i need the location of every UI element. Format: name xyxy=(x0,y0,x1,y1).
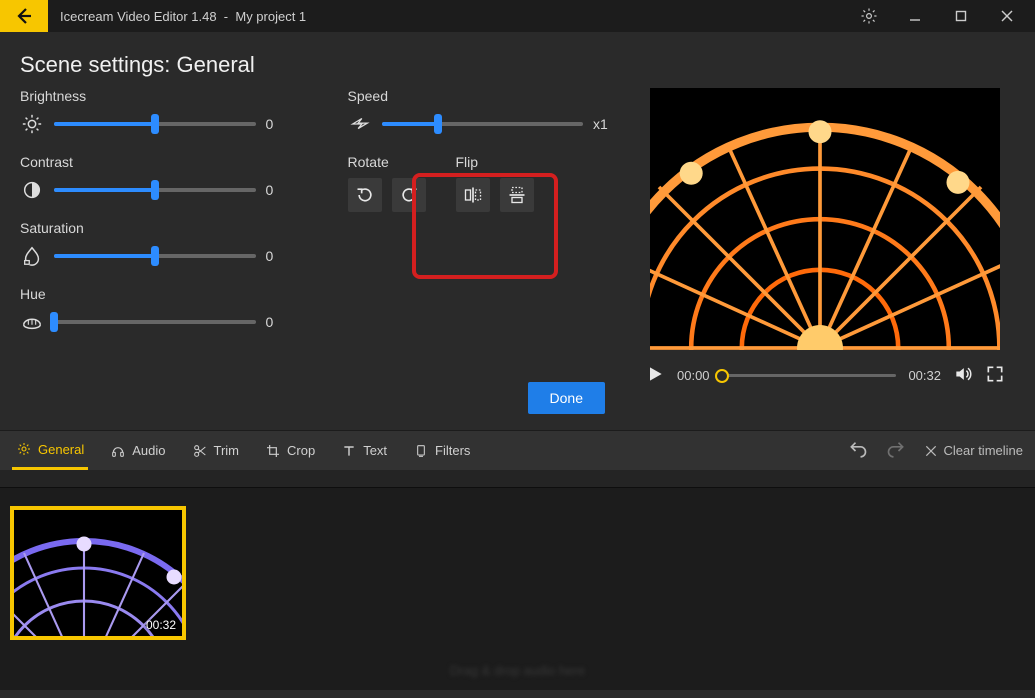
contrast-icon xyxy=(20,178,44,202)
slider-thumb[interactable] xyxy=(50,312,58,332)
seekbar-thumb[interactable] xyxy=(715,369,729,383)
slider-thumb[interactable] xyxy=(151,180,159,200)
close-icon xyxy=(1001,10,1013,22)
contrast-label: Contrast xyxy=(20,154,288,170)
hue-label: Hue xyxy=(20,286,288,302)
speed-group: Speed x1 xyxy=(348,88,616,136)
flip-label: Flip xyxy=(456,154,534,170)
fullscreen-icon xyxy=(985,364,1005,384)
headphones-icon xyxy=(110,443,126,459)
hue-slider[interactable] xyxy=(54,320,256,324)
audio-dropzone-hint: Drag & drop audio here xyxy=(450,663,585,678)
gear-icon xyxy=(16,441,32,457)
rotate-ccw-icon xyxy=(399,185,419,205)
maximize-button[interactable] xyxy=(941,0,981,32)
play-icon xyxy=(645,364,665,384)
flip-group: Flip xyxy=(456,154,534,212)
saturation-slider[interactable] xyxy=(54,254,256,258)
done-button[interactable]: Done xyxy=(528,382,605,414)
saturation-group: Saturation 0 xyxy=(20,220,288,268)
back-button[interactable] xyxy=(0,0,48,32)
undo-icon xyxy=(848,441,868,461)
flip-horizontal-button[interactable] xyxy=(456,178,490,212)
slider-thumb[interactable] xyxy=(151,246,159,266)
volume-button[interactable] xyxy=(953,364,973,387)
flip-vertical-icon xyxy=(507,185,527,205)
fullscreen-button[interactable] xyxy=(985,364,1005,387)
rotate-cw-button[interactable] xyxy=(348,178,382,212)
clip-duration: 00:32 xyxy=(146,618,176,632)
timeline-tabs: General Audio Trim Crop Text Filters Cle… xyxy=(0,430,1035,470)
brightness-slider[interactable] xyxy=(54,122,256,126)
tab-crop[interactable]: Crop xyxy=(261,431,319,470)
rotate-group: Rotate xyxy=(348,154,426,212)
playback-total-time: 00:32 xyxy=(908,368,941,383)
timeline-ruler[interactable] xyxy=(0,470,1035,488)
slider-thumb[interactable] xyxy=(434,114,442,134)
timeline: 00:32 Drag & drop audio here xyxy=(0,470,1035,690)
playback-current-time: 00:00 xyxy=(677,368,710,383)
page-title: Scene settings: General xyxy=(0,32,1035,88)
hue-group: Hue 0 xyxy=(20,286,288,334)
close-button[interactable] xyxy=(987,0,1027,32)
slider-thumb[interactable] xyxy=(151,114,159,134)
speed-slider[interactable] xyxy=(382,122,584,126)
filters-icon xyxy=(413,443,429,459)
preview-viewport[interactable] xyxy=(650,88,1000,350)
timeline-clip[interactable]: 00:32 xyxy=(10,506,186,640)
maximize-icon xyxy=(955,10,967,22)
saturation-label: Saturation xyxy=(20,220,288,236)
titlebar: Icecream Video Editor 1.48 - My project … xyxy=(0,0,1035,32)
play-button[interactable] xyxy=(645,364,665,387)
redo-icon xyxy=(886,441,906,461)
sun-icon xyxy=(20,112,44,136)
preview-image xyxy=(650,118,1000,350)
undo-button[interactable] xyxy=(848,441,868,461)
crop-icon xyxy=(265,443,281,459)
tab-text[interactable]: Text xyxy=(337,431,391,470)
minimize-button[interactable] xyxy=(895,0,935,32)
rotate-ccw-button[interactable] xyxy=(392,178,426,212)
speed-icon xyxy=(348,112,372,136)
rotate-cw-icon xyxy=(355,185,375,205)
preview-panel: 00:00 00:32 xyxy=(635,88,1015,418)
contrast-group: Contrast 0 xyxy=(20,154,288,202)
playback-seekbar[interactable] xyxy=(722,374,897,377)
close-icon xyxy=(924,444,938,458)
minimize-icon xyxy=(909,10,921,22)
arrow-left-icon xyxy=(14,6,34,26)
speed-value: x1 xyxy=(593,116,615,132)
brightness-group: Brightness 0 xyxy=(20,88,288,136)
saturation-icon xyxy=(20,244,44,268)
scissors-icon xyxy=(192,443,208,459)
window-title: Icecream Video Editor 1.48 - My project … xyxy=(48,9,849,24)
settings-button[interactable] xyxy=(849,0,889,32)
brightness-label: Brightness xyxy=(20,88,288,104)
text-icon xyxy=(341,443,357,459)
tab-filters[interactable]: Filters xyxy=(409,431,474,470)
hue-icon xyxy=(20,310,44,334)
rotate-label: Rotate xyxy=(348,154,426,170)
brightness-value: 0 xyxy=(266,116,288,132)
gear-icon xyxy=(860,7,878,25)
redo-button[interactable] xyxy=(886,441,906,461)
flip-vertical-button[interactable] xyxy=(500,178,534,212)
tab-general[interactable]: General xyxy=(12,431,88,470)
volume-icon xyxy=(953,364,973,384)
clear-timeline-button[interactable]: Clear timeline xyxy=(924,443,1023,458)
saturation-value: 0 xyxy=(266,248,288,264)
tab-trim[interactable]: Trim xyxy=(188,431,244,470)
flip-horizontal-icon xyxy=(463,185,483,205)
contrast-slider[interactable] xyxy=(54,188,256,192)
hue-value: 0 xyxy=(266,314,288,330)
tab-audio[interactable]: Audio xyxy=(106,431,169,470)
speed-label: Speed xyxy=(348,88,616,104)
contrast-value: 0 xyxy=(266,182,288,198)
